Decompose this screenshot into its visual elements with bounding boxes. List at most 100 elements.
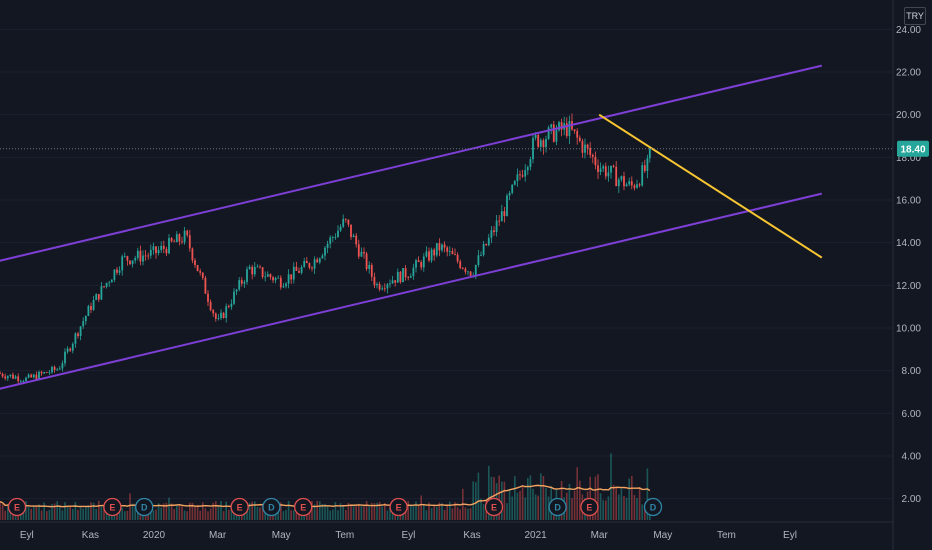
volume-bar (1, 503, 4, 520)
candle-body (227, 306, 230, 307)
volume-bar (472, 481, 474, 520)
earnings-marker[interactable]: E (389, 497, 408, 517)
volume-bar (519, 490, 521, 520)
candle-body (329, 237, 332, 244)
chart-canvas[interactable]: E E D E D E E E D E D 2.00 4.00 6.00 8.00 10.00 12.00 14… (0, 0, 932, 550)
volume-bar (282, 511, 285, 520)
channel-lower-line[interactable] (0, 192, 823, 390)
currency-badge[interactable]: TRY (904, 7, 926, 25)
volume-bar (459, 509, 461, 520)
candle-body (134, 257, 137, 261)
candle-body (123, 256, 126, 257)
candle-body (454, 254, 456, 255)
candle-body (116, 269, 118, 273)
price-tick-label: 10.00 (896, 324, 921, 335)
volume-bar (516, 492, 519, 520)
stock-chart[interactable]: E E D E D E E E D E D 2.00 4.00 6.00 8.00 10.00 12.00 14… (0, 0, 932, 550)
earnings-marker[interactable]: E (294, 497, 313, 517)
resistance-trendline[interactable] (598, 113, 823, 259)
volume-bar (61, 510, 64, 520)
candle-body (84, 315, 87, 322)
volume-bar (360, 506, 363, 520)
candle-body (165, 248, 168, 254)
earnings-marker-label: E (396, 503, 402, 513)
candle-body (480, 255, 482, 256)
candle-body (1, 373, 4, 377)
candle-body (370, 264, 373, 277)
candle-body (178, 234, 181, 242)
volume-bar (176, 505, 178, 520)
volume-bar (365, 501, 368, 520)
candle-body (446, 247, 449, 252)
volume-bar (628, 478, 630, 520)
candle-body (581, 141, 584, 153)
candle-body (493, 230, 495, 232)
volume-bar (625, 497, 628, 520)
candle-body (240, 280, 243, 284)
time-tick-label: Tem (717, 530, 736, 541)
candle-body (290, 274, 293, 280)
candle-body (157, 250, 160, 254)
candle-body (199, 271, 202, 273)
candle-body (399, 271, 402, 283)
candle-body (318, 258, 321, 263)
volume-bar (4, 510, 6, 520)
volume-bar (610, 453, 612, 520)
candle-body (230, 303, 233, 307)
volume-bar (469, 508, 472, 520)
volume-bar (207, 511, 209, 520)
price-tick-label: 24.00 (896, 25, 921, 36)
volume-bar (602, 500, 604, 520)
candle-body (638, 184, 641, 186)
earnings-marker[interactable]: E (103, 497, 122, 517)
candle-body (19, 381, 22, 382)
volume-bar (56, 501, 58, 520)
candle-body (615, 166, 618, 187)
candle-body (529, 159, 532, 168)
earnings-marker[interactable]: E (7, 497, 27, 517)
volume-bar (329, 510, 331, 520)
candle-body (69, 348, 72, 351)
dividend-marker[interactable]: D (548, 497, 567, 517)
volume-bar (425, 510, 428, 520)
candle-body (272, 277, 274, 281)
candle-body (147, 255, 150, 257)
candle-body (256, 266, 259, 268)
volume-bar (477, 472, 480, 520)
candle-body (108, 282, 111, 284)
earnings-marker-label: E (491, 503, 497, 513)
volume-bar (334, 501, 337, 520)
candle-body (142, 255, 144, 262)
candle-body (389, 283, 391, 285)
candle-body (173, 241, 176, 243)
earnings-marker[interactable]: E (484, 497, 504, 517)
candle-body (51, 366, 53, 373)
earnings-marker[interactable]: E (230, 497, 249, 517)
earnings-marker-label: E (109, 503, 115, 513)
candle-body (490, 230, 493, 238)
earnings-marker[interactable]: E (580, 497, 599, 517)
candle-body (545, 138, 547, 148)
candle-body (415, 260, 417, 268)
candle-body (464, 268, 467, 272)
candle-body (628, 181, 631, 185)
candle-body (511, 184, 514, 193)
candle-body (214, 313, 217, 319)
dividend-marker[interactable]: D (643, 497, 663, 517)
candle-body (194, 260, 196, 266)
candle-body (597, 165, 599, 172)
volume-bar (467, 508, 469, 520)
price-axis: 2.004.006.008.0010.0012.0014.0016.0018.0… (892, 0, 921, 550)
candle-body (246, 269, 248, 282)
dividend-marker[interactable]: D (135, 497, 154, 517)
candle-body (365, 253, 368, 269)
candle-body (636, 184, 638, 188)
candle-body (334, 237, 337, 238)
candle-body (100, 286, 103, 300)
volume-bar (199, 510, 201, 520)
channel-upper-line[interactable] (0, 64, 823, 262)
candle-body (149, 249, 152, 256)
candle-body (407, 277, 410, 279)
candle-body (285, 283, 287, 287)
dividend-marker[interactable]: D (262, 497, 281, 517)
